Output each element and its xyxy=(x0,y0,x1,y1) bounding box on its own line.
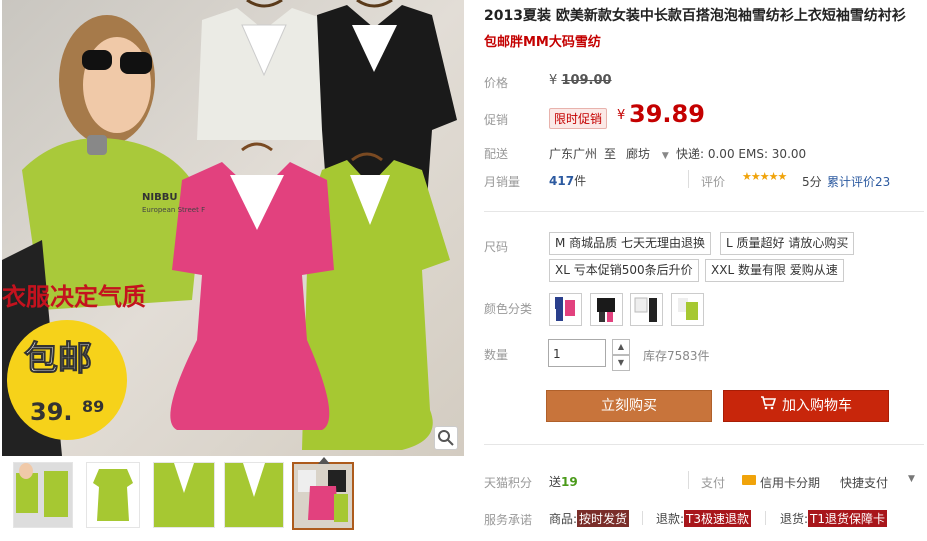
review-count-link[interactable]: 累计评价23 xyxy=(827,173,890,190)
quantity-increase-icon[interactable]: ▲ xyxy=(612,339,630,355)
refund-badge: T3极速退款 xyxy=(684,510,752,527)
main-product-image[interactable]: 衣服决定气质 包邮 39. 89 NIBBU European Street F xyxy=(2,0,464,456)
original-price: ¥ 109.00 xyxy=(549,73,612,88)
service-goods: 商品: 按时发货 xyxy=(549,510,630,527)
quantity-input[interactable]: 1 xyxy=(548,339,606,367)
currency-symbol: ¥ xyxy=(549,73,558,88)
size-option-xxl[interactable]: XXL 数量有限 爱购从速 xyxy=(705,259,844,282)
divider xyxy=(484,444,924,445)
color-option-green[interactable] xyxy=(671,293,704,326)
zoom-icon[interactable] xyxy=(434,426,458,450)
quick-pay[interactable]: 快捷支付 xyxy=(840,474,888,491)
shipping-destination[interactable]: 廊坊 ▼ xyxy=(626,145,669,162)
thumbnail-4[interactable] xyxy=(224,462,284,528)
monthly-sales: 417件 xyxy=(549,172,586,189)
quantity-decrease-icon[interactable]: ▼ xyxy=(612,355,630,371)
add-to-cart-button[interactable]: 加入购物车 xyxy=(723,390,889,422)
service-label: 服务承诺 xyxy=(484,513,533,527)
cart-icon xyxy=(760,391,777,421)
thumbnail-5-selected[interactable] xyxy=(292,462,354,530)
size-option-m[interactable]: M 商城品质 七天无理由退换 xyxy=(549,232,711,255)
goods-badge: 按时发货 xyxy=(577,510,630,527)
points-value: 送19 xyxy=(549,473,578,490)
monthly-sales-label: 月销量 xyxy=(484,175,521,189)
credit-installment-link[interactable]: 信用卡分期 xyxy=(760,474,820,491)
product-title: 2013夏装 欧美新款女装中长款百搭泡泡袖雪纺衫上衣短袖雪纺衬衫 xyxy=(484,8,906,24)
thumbnail-2[interactable] xyxy=(86,462,140,528)
color-option-white[interactable] xyxy=(630,293,663,326)
divider-vertical xyxy=(688,170,689,188)
size-option-xl[interactable]: XL 亏本促销500条后升价 xyxy=(549,259,699,282)
return-label: 退货: xyxy=(780,512,809,526)
color-option-rose[interactable] xyxy=(549,293,582,326)
rating-label: 评价 xyxy=(701,175,726,189)
chevron-down-icon[interactable]: ▼ xyxy=(908,474,915,484)
shipping-from: 广东广州 xyxy=(549,147,598,161)
goods-label: 商品: xyxy=(549,512,578,526)
slogan-text: 衣服决定气质 xyxy=(2,283,146,311)
service-return: 退货: T1退货保障卡 xyxy=(780,510,888,527)
price-label: 价格 xyxy=(484,76,509,90)
credit-card-icon xyxy=(742,475,756,485)
divider-vertical xyxy=(688,471,689,489)
color-label: 颜色分类 xyxy=(484,302,533,316)
badge-price: 39. xyxy=(30,398,73,426)
rating-stars-icon: ★★★★★ xyxy=(742,170,787,183)
promo-price: 39.89 xyxy=(629,100,705,128)
badge-price-cents: 89 xyxy=(82,397,104,416)
brand-sublabel: European Street F xyxy=(142,206,205,214)
shipping-to-word: 至 xyxy=(604,147,617,161)
original-price-value: 109.00 xyxy=(561,73,612,88)
thumbnail-3[interactable] xyxy=(153,462,215,528)
promo-label: 促销 xyxy=(484,113,509,127)
points-label: 天猫积分 xyxy=(484,476,533,490)
size-label: 尺码 xyxy=(484,240,509,254)
product-photo: 衣服决定气质 包邮 39. 89 NIBBU European Street F xyxy=(2,0,464,456)
chevron-down-icon: ▼ xyxy=(661,151,669,161)
badge-free-shipping: 包邮 xyxy=(24,339,92,379)
service-refund: 退款: T3极速退款 xyxy=(656,510,752,527)
express-fee: 快递: 0.00 EMS: 30.00 xyxy=(676,147,807,161)
payment-label: 支付 xyxy=(701,476,726,490)
divider xyxy=(484,211,924,212)
product-subtitle: 包邮胖MM大码雪纺 xyxy=(484,35,601,50)
size-option-l[interactable]: L 质量超好 请放心购买 xyxy=(720,232,855,255)
divider-vertical xyxy=(642,511,643,525)
sales-unit: 件 xyxy=(574,174,587,188)
points-number: 19 xyxy=(561,475,578,489)
rating-score: 5分 xyxy=(802,175,822,189)
add-to-cart-label: 加入购物车 xyxy=(782,398,852,414)
points-text: 送 xyxy=(549,475,562,489)
divider-vertical xyxy=(765,511,766,525)
thumbnail-1[interactable] xyxy=(13,462,73,528)
shipping-label: 配送 xyxy=(484,147,509,161)
stock-text: 库存7583件 xyxy=(643,349,710,363)
refund-label: 退款: xyxy=(656,512,685,526)
promo-currency: ¥ xyxy=(617,108,626,123)
return-badge: T1退货保障卡 xyxy=(808,510,888,527)
sales-count: 417 xyxy=(549,174,575,188)
promo-tag: 限时促销 xyxy=(549,108,608,129)
color-option-black[interactable] xyxy=(590,293,623,326)
brand-label: NIBBU xyxy=(142,192,177,203)
buy-now-button[interactable]: 立刻购买 xyxy=(546,390,712,422)
selected-thumb-arrow-icon xyxy=(318,457,330,464)
destination-text: 廊坊 xyxy=(626,147,651,161)
quantity-label: 数量 xyxy=(484,348,509,362)
